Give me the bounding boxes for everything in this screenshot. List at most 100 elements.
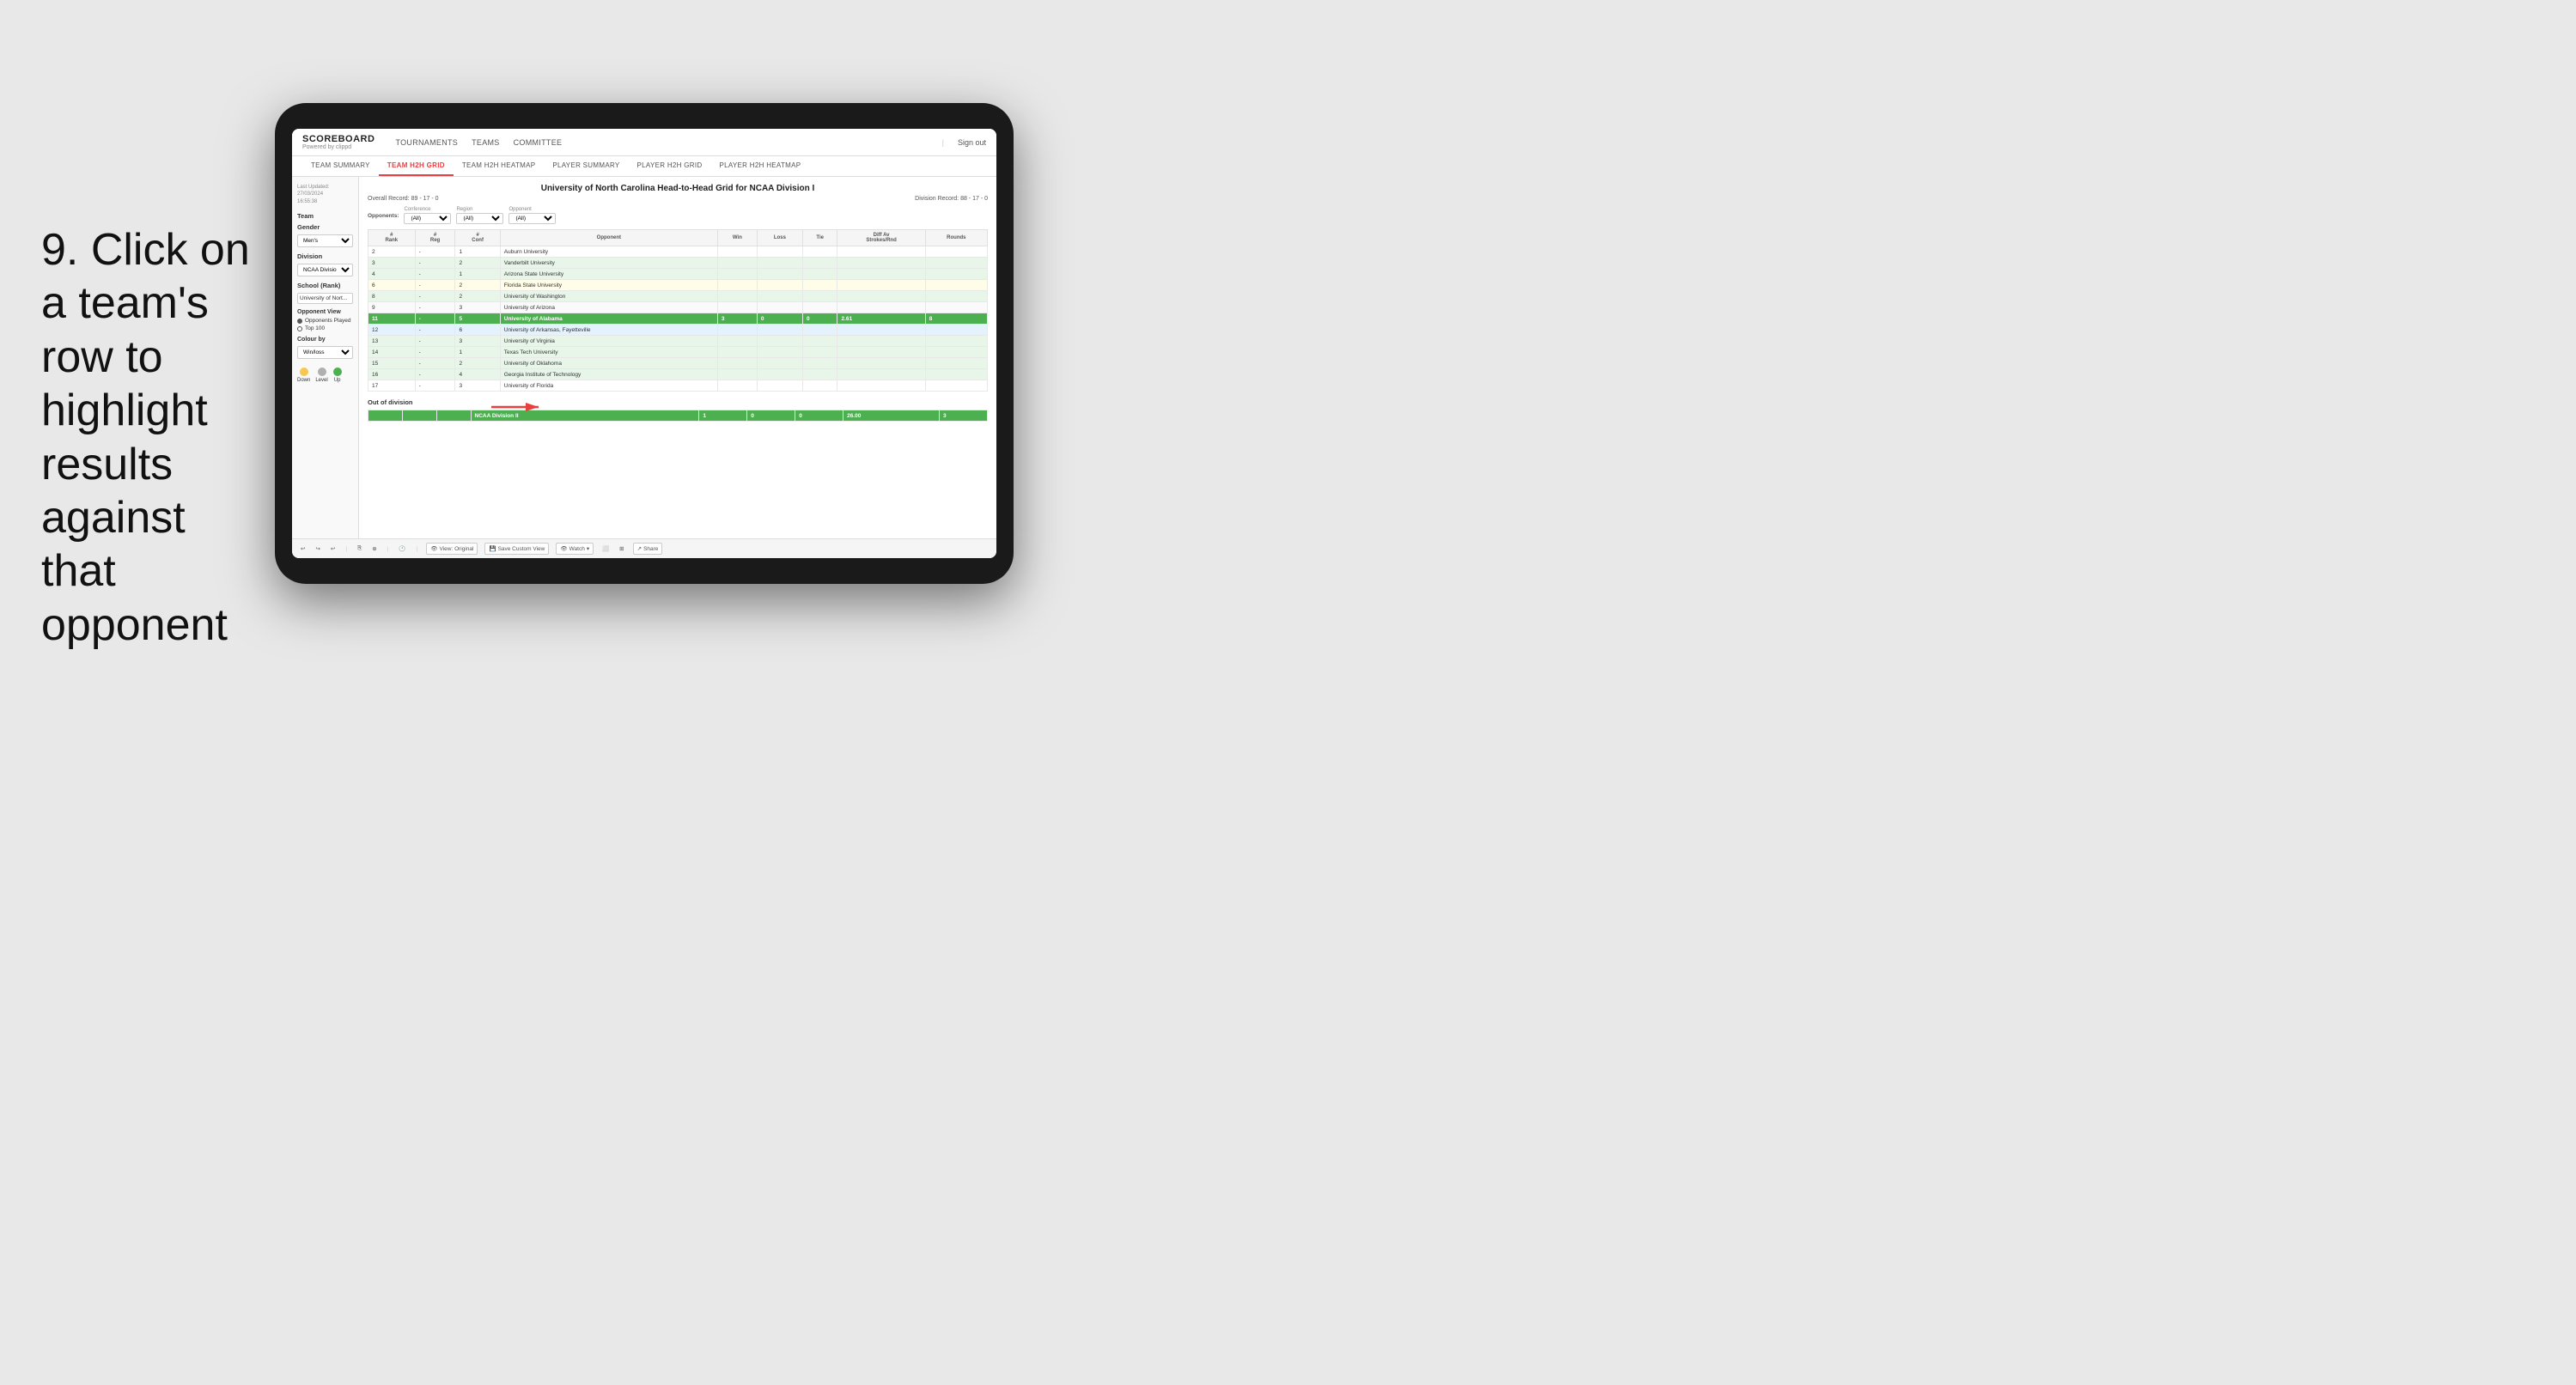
row-0-cell-5 (757, 246, 802, 258)
row-4-cell-8 (925, 291, 987, 302)
row-6-cell-4: 3 (717, 313, 757, 325)
conference-label: Conference (404, 207, 451, 212)
row-3-cell-5 (757, 280, 802, 291)
table-row[interactable]: 6-2Florida State University (368, 280, 988, 291)
clock-button[interactable]: 🕐 (397, 544, 407, 553)
gender-select[interactable]: Men's (297, 234, 353, 247)
col-loss: Loss (757, 230, 802, 246)
opponents-played-dot (297, 319, 302, 324)
row-0-cell-7 (837, 246, 925, 258)
table-row[interactable]: 13-3University of Virginia (368, 336, 988, 347)
undo-button[interactable]: ↩ (299, 544, 307, 553)
row-2-cell-0: 4 (368, 269, 416, 280)
sidebar: Last Updated: 27/03/2024 16:55:38 Team G… (292, 177, 359, 538)
copy-button[interactable]: ⎘ (356, 544, 363, 553)
legend-level-circle (318, 368, 326, 376)
row-4-cell-7 (837, 291, 925, 302)
row-10-cell-7 (837, 358, 925, 369)
row-0-cell-4 (717, 246, 757, 258)
sign-out-button[interactable]: Sign out (958, 138, 986, 147)
region-filter: Region (All) (456, 207, 503, 224)
colour-by-select[interactable]: Win/loss (297, 346, 353, 359)
row-7-cell-3: University of Arkansas, Fayetteville (500, 325, 717, 336)
table-row[interactable]: 14-1Texas Tech University (368, 347, 988, 358)
view-button[interactable]: 👁 View: Original (426, 543, 478, 555)
row-1-cell-3: Vanderbilt University (500, 258, 717, 269)
row-7-cell-6 (802, 325, 837, 336)
row-7-cell-0: 12 (368, 325, 416, 336)
row-0-cell-3: Auburn University (500, 246, 717, 258)
watch-button[interactable]: 👁 Watch ▾ (556, 543, 594, 555)
row-10-cell-8 (925, 358, 987, 369)
paste-button[interactable]: ⊕ (370, 544, 378, 553)
tab-team-h2h-heatmap[interactable]: TEAM H2H HEATMAP (454, 156, 545, 176)
row-8-cell-1: - (415, 336, 455, 347)
view-icon: 👁 (430, 545, 437, 552)
opponents-played-label: Opponents Played (305, 318, 350, 324)
tab-player-h2h-heatmap[interactable]: PLAYER H2H HEATMAP (710, 156, 809, 176)
row-3-cell-7 (837, 280, 925, 291)
row-10-cell-0: 15 (368, 358, 416, 369)
opponent-select[interactable]: (All) (509, 213, 556, 224)
school-label: School (Rank) (297, 282, 353, 289)
nav-teams[interactable]: TEAMS (472, 137, 500, 149)
table-row[interactable]: 8-2University of Washington (368, 291, 988, 302)
table-row[interactable]: 15-2University of Oklahoma (368, 358, 988, 369)
share-button[interactable]: ↗ Share (633, 543, 663, 555)
region-label: Region (456, 207, 503, 212)
tab-player-summary[interactable]: PLAYER SUMMARY (544, 156, 628, 176)
nav-tournaments[interactable]: TOURNAMENTS (395, 137, 458, 149)
logo-subtitle: Powered by clippd (302, 144, 375, 150)
legend-down-circle (300, 368, 308, 376)
row-12-cell-3: University of Florida (500, 380, 717, 392)
region-select[interactable]: (All) (456, 213, 503, 224)
screen-button[interactable]: ⬜ (600, 544, 611, 553)
back-button[interactable]: ↩ (329, 544, 337, 553)
save-icon: 💾 (489, 545, 496, 552)
table-row[interactable]: 12-6University of Arkansas, Fayetteville (368, 325, 988, 336)
conference-select[interactable]: (All) (404, 213, 451, 224)
instruction-text: 9. Click on a team's row to highlight re… (41, 223, 265, 652)
table-row[interactable]: 9-3University of Arizona (368, 302, 988, 313)
table-row[interactable]: 4-1Arizona State University (368, 269, 988, 280)
row-10-cell-5 (757, 358, 802, 369)
table-row[interactable]: 17-3University of Florida (368, 380, 988, 392)
opponent-view-label: Opponent View (297, 309, 353, 315)
nav-committee[interactable]: COMMITTEE (514, 137, 563, 149)
table-row[interactable]: 2-1Auburn University (368, 246, 988, 258)
overall-record: Overall Record: 89 - 17 - 0 (368, 196, 439, 202)
division-record: Division Record: 88 - 17 - 0 (915, 196, 988, 202)
opponents-played-radio[interactable]: Opponents Played (297, 318, 353, 324)
row-2-cell-1: - (415, 269, 455, 280)
out-loss: 0 (747, 410, 795, 422)
top100-radio[interactable]: Top 100 (297, 325, 353, 331)
grid-area: University of North Carolina Head-to-Hea… (359, 177, 996, 538)
save-custom-view-button[interactable]: 💾 Save Custom View (484, 543, 549, 555)
redo-button[interactable]: ↪ (314, 544, 321, 553)
col-opponent: Opponent (500, 230, 717, 246)
row-0-cell-6 (802, 246, 837, 258)
table-row[interactable]: 11-5University of Alabama3002.618 (368, 313, 988, 325)
table-row[interactable]: 3-2Vanderbilt University (368, 258, 988, 269)
row-12-cell-4 (717, 380, 757, 392)
row-3-cell-3: Florida State University (500, 280, 717, 291)
division-select[interactable]: NCAA Division I (297, 264, 353, 276)
row-0-cell-1: - (415, 246, 455, 258)
row-2-cell-6 (802, 269, 837, 280)
out-rounds: 3 (940, 410, 988, 422)
out-rank (368, 410, 403, 422)
row-10-cell-2: 2 (455, 358, 500, 369)
grid-button[interactable]: ⊞ (618, 544, 625, 553)
legend-up-circle (333, 368, 342, 376)
col-rounds: Rounds (925, 230, 987, 246)
table-row[interactable]: 16-4Georgia Institute of Technology (368, 369, 988, 380)
tab-team-h2h-grid[interactable]: TEAM H2H GRID (379, 156, 454, 176)
tab-player-h2h-grid[interactable]: PLAYER H2H GRID (629, 156, 711, 176)
legend-level: Level (315, 368, 327, 383)
tab-team-summary[interactable]: TEAM SUMMARY (302, 156, 379, 176)
out-division-row[interactable]: NCAA Division II 1 0 0 26.00 3 (368, 410, 988, 422)
row-9-cell-5 (757, 347, 802, 358)
tablet-screen: SCOREBOARD Powered by clippd TOURNAMENTS… (292, 129, 996, 558)
main-content: Last Updated: 27/03/2024 16:55:38 Team G… (292, 177, 996, 538)
out-tie: 0 (795, 410, 843, 422)
